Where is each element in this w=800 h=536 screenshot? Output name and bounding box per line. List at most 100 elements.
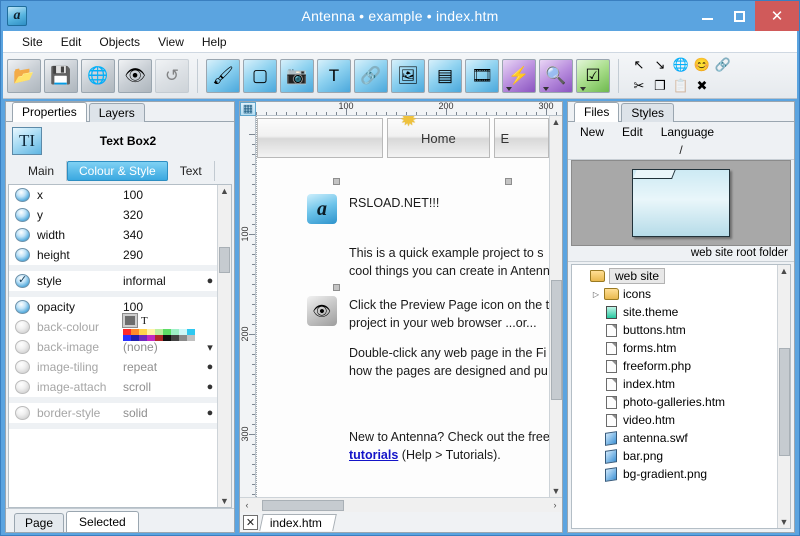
- file-tree-scrollbar[interactable]: ▲ ▼: [777, 265, 790, 528]
- property-value[interactable]: T: [122, 313, 203, 341]
- property-row[interactable]: border-style solid ●: [9, 403, 217, 423]
- colour-swatch[interactable]: [122, 313, 138, 329]
- copy-icon[interactable]: ❐: [650, 76, 670, 96]
- dropdown-arrow-icon[interactable]: [580, 86, 586, 91]
- link-icon[interactable]: 🔗: [354, 58, 388, 93]
- tab-page[interactable]: Page: [14, 513, 65, 532]
- content-block[interactable]: 👁 Click the Preview Page icon on the to …: [307, 296, 549, 332]
- globe-select-icon[interactable]: 🌐: [671, 55, 691, 75]
- file-tree-row[interactable]: bar.png: [572, 447, 777, 465]
- publish-icon[interactable]: 🌐: [81, 58, 115, 93]
- property-dropdown-icon[interactable]: ●: [203, 275, 217, 287]
- subtab-colour-and-style[interactable]: Colour & Style: [67, 161, 168, 181]
- preview-page-icon[interactable]: 👁: [118, 58, 152, 93]
- property-value[interactable]: informal: [123, 274, 203, 288]
- properties-scrollbar[interactable]: ▲ ▼: [217, 185, 231, 507]
- dropdown-arrow-icon[interactable]: [506, 86, 512, 91]
- send-down-icon[interactable]: ↘: [650, 55, 670, 75]
- close-button[interactable]: ✕: [755, 1, 799, 31]
- maximize-button[interactable]: [723, 1, 755, 31]
- expand-arrow-icon[interactable]: ▷: [590, 290, 602, 299]
- property-toggle-icon[interactable]: [15, 360, 30, 374]
- file-tree-row[interactable]: bg-gradient.png: [572, 465, 777, 483]
- canvas-vertical-scrollbar[interactable]: ▲ ▼: [549, 116, 562, 497]
- cut-icon[interactable]: ✂: [629, 76, 649, 96]
- property-toggle-icon[interactable]: [15, 273, 30, 288]
- zoom-icon[interactable]: 🔍: [539, 58, 573, 93]
- property-value[interactable]: 290: [123, 248, 203, 262]
- tab-styles[interactable]: Styles: [621, 103, 675, 122]
- menu-view[interactable]: View: [149, 33, 193, 51]
- close-document-icon[interactable]: ✕: [243, 514, 258, 530]
- save-icon[interactable]: 💾: [44, 58, 78, 93]
- property-row[interactable]: width 340: [9, 225, 217, 245]
- property-row[interactable]: back-colour T: [9, 313, 217, 341]
- photo-icon[interactable]: 📷: [280, 58, 314, 93]
- property-value[interactable]: repeat: [123, 360, 203, 374]
- tab-selected[interactable]: Selected: [66, 511, 139, 532]
- tab-layers[interactable]: Layers: [88, 103, 145, 122]
- property-dropdown-icon[interactable]: ●: [203, 361, 217, 373]
- footer-block[interactable]: New to Antenna? Check out the free tutor…: [349, 428, 549, 464]
- scroll-thumb[interactable]: [550, 279, 562, 400]
- property-row[interactable]: x 100: [9, 185, 217, 205]
- scroll-left-icon[interactable]: ‹: [240, 500, 254, 510]
- property-row[interactable]: height 290: [9, 245, 217, 265]
- property-value[interactable]: 320: [123, 208, 203, 222]
- delete-icon[interactable]: ✖: [692, 76, 712, 96]
- form-icon[interactable]: ☑: [576, 58, 610, 93]
- design-canvas[interactable]: ✹ Home E a RSLOAD.NET!!! This is a quick…: [256, 116, 549, 497]
- property-toggle-icon[interactable]: [15, 208, 30, 222]
- scroll-track[interactable]: [254, 499, 548, 511]
- page-button-blank[interactable]: [257, 118, 384, 158]
- property-row[interactable]: image-attach scroll ●: [9, 377, 217, 397]
- property-dropdown-icon[interactable]: ●: [203, 381, 217, 393]
- property-value[interactable]: 340: [123, 228, 203, 242]
- property-toggle-icon[interactable]: [15, 380, 30, 394]
- property-toggle-icon[interactable]: [15, 300, 30, 314]
- file-tree-row[interactable]: forms.htm: [572, 339, 777, 357]
- gallery-icon[interactable]: 🖼: [391, 58, 425, 93]
- property-value[interactable]: (none): [123, 340, 203, 354]
- content-block[interactable]: a RSLOAD.NET!!!: [307, 194, 439, 224]
- files-menu-new[interactable]: New: [580, 125, 604, 139]
- subtab-text[interactable]: Text: [168, 161, 215, 181]
- content-block[interactable]: This is a quick example project to s coo…: [349, 244, 549, 280]
- property-dropdown-icon[interactable]: ▾: [203, 341, 217, 354]
- scroll-up-icon[interactable]: ▲: [220, 186, 229, 196]
- menu-help[interactable]: Help: [193, 33, 236, 51]
- selection-handle[interactable]: [333, 284, 340, 291]
- file-tree-row[interactable]: site.theme: [572, 303, 777, 321]
- scroll-thumb[interactable]: [262, 499, 344, 511]
- property-toggle-icon[interactable]: [15, 248, 30, 262]
- file-tree-row[interactable]: freeform.php: [572, 357, 777, 375]
- select-arrow-icon[interactable]: ↖: [629, 55, 649, 75]
- open-site-icon[interactable]: 📂: [7, 58, 41, 93]
- paste-icon[interactable]: 📋: [671, 76, 691, 96]
- property-row[interactable]: back-image (none) ▾: [9, 337, 217, 357]
- property-toggle-icon[interactable]: [15, 320, 30, 334]
- menu-objects[interactable]: Objects: [90, 33, 149, 51]
- property-row[interactable]: style informal●: [9, 271, 217, 291]
- property-toggle-icon[interactable]: [15, 340, 30, 354]
- grid-toggle-icon[interactable]: ▦: [240, 102, 256, 116]
- paint-style-icon[interactable]: 🖌: [206, 58, 240, 93]
- property-value[interactable]: 100: [123, 188, 203, 202]
- tab-properties[interactable]: Properties: [12, 102, 87, 122]
- file-tree-row[interactable]: antenna.swf: [572, 429, 777, 447]
- file-tree-row[interactable]: web site: [572, 267, 777, 285]
- scroll-down-icon[interactable]: ▼: [780, 517, 789, 527]
- files-menu-edit[interactable]: Edit: [622, 125, 643, 139]
- property-toggle-icon[interactable]: [15, 188, 30, 202]
- menu-edit[interactable]: Edit: [52, 33, 91, 51]
- subtab-main[interactable]: Main: [16, 161, 68, 181]
- content-block[interactable]: Double-click any web page in the Fi how …: [349, 344, 548, 380]
- property-toggle-icon[interactable]: [15, 228, 30, 242]
- property-value[interactable]: scroll: [123, 380, 203, 394]
- selection-handle[interactable]: [505, 178, 512, 185]
- menu-site[interactable]: Site: [13, 33, 52, 51]
- files-menu-language[interactable]: Language: [661, 125, 714, 139]
- menu-bar-icon[interactable]: ▤: [428, 58, 462, 93]
- scroll-up-icon[interactable]: ▲: [780, 266, 789, 276]
- document-tab-index[interactable]: index.htm: [259, 513, 337, 531]
